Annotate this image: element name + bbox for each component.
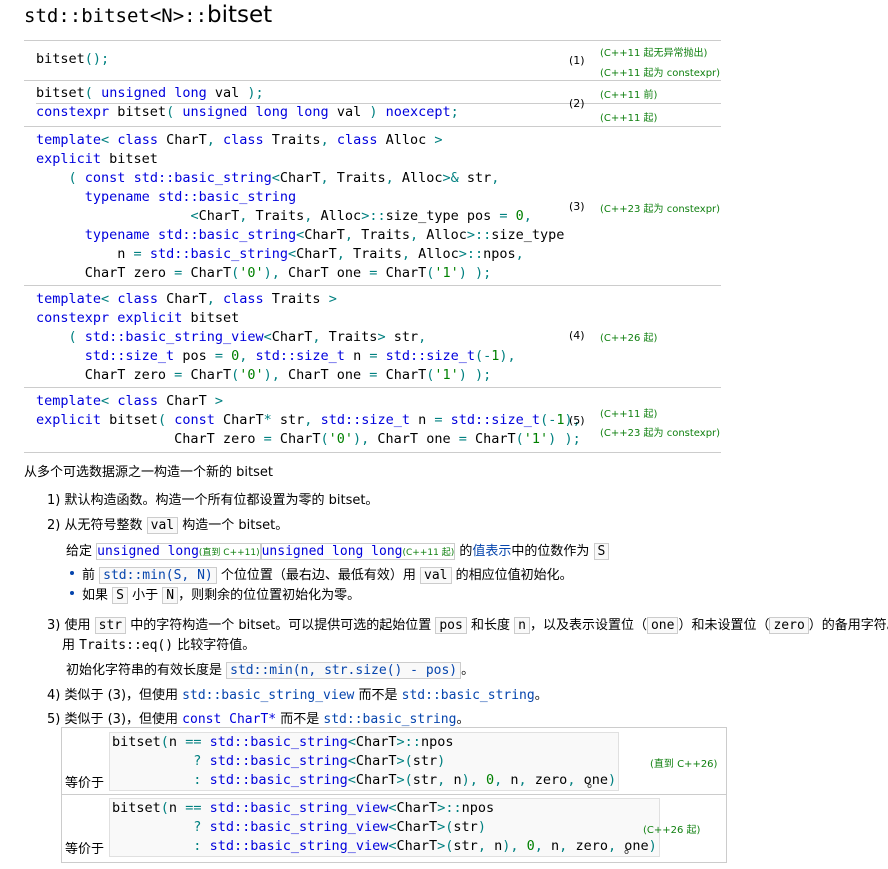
overload-num: (2)	[569, 97, 585, 110]
since-badge: (C++11 起)	[402, 548, 455, 558]
overload-num: (1)	[569, 54, 585, 67]
item-3-text: 3) 使用 str 中的字符构造一个 bitset。可以提供可选的起始位置 po…	[47, 617, 888, 634]
item-2-text: 2) 从无符号整数 val 构造一个 bitset。	[47, 517, 289, 534]
overload-version: (C++23 起为 constexpr)	[600, 204, 721, 215]
code-unsigned-long-long: unsigned long long	[261, 544, 403, 559]
basic-string-view-link[interactable]: std::basic_string_view	[182, 688, 354, 703]
overload-row-2: bitset( unsigned long val ); constexpr b…	[24, 81, 721, 127]
equiv-2-version: (C++26 起)	[643, 825, 701, 836]
item-4-text: 4) 类似于 (3)，但使用 std::basic_string_view 而不…	[47, 688, 548, 703]
code-val: val	[420, 567, 452, 584]
code-effective-length: std::min(n, str.size() - pos)	[226, 662, 462, 679]
item-1-text: 1) 默认构造函数。构造一个所有位都设置为零的 bitset。	[47, 493, 379, 508]
equivalence-table: bitset(n == std::basic_string<CharT>::np…	[61, 727, 727, 863]
overload-num: (5)	[569, 414, 585, 427]
equiv-2-label: 等价于	[65, 842, 105, 857]
overload-1-signature: bitset();	[36, 51, 110, 67]
item-5-text: 5) 类似于 (3)，但使用 const CharT* 而不是 std::bas…	[47, 712, 470, 727]
overload-table: bitset(); (1) (C++11 起无异常抛出) (C++11 起为 c…	[24, 40, 721, 453]
code-n: n	[514, 617, 530, 634]
value-representation-link[interactable]: 值表示	[472, 544, 511, 559]
code-S: S	[593, 543, 610, 560]
item-2-given-text: 给定 unsigned long(直到 C++11) unsigned long …	[66, 540, 610, 560]
code-unsigned-long: unsigned long	[97, 544, 199, 559]
code-S: S	[112, 587, 128, 604]
overload-row-5: template< class CharT > explicit bitset(…	[24, 388, 721, 453]
bullet-1-text: 前 std::min(S, N) 个位位置（最右边、最低有效）用 val 的相应…	[82, 567, 573, 584]
until-badge: (直到 C++11)	[198, 548, 260, 558]
basic-string-link[interactable]: std::basic_string	[402, 688, 535, 703]
overload-version: (C++11 起)	[600, 409, 658, 420]
overload-version: (C++11 前)	[600, 90, 658, 101]
equiv-2-code: bitset(n == std::basic_string_view<CharT…	[109, 798, 660, 857]
title-prefix: std::bitset<N>::	[24, 5, 208, 27]
equiv-1-version: (直到 C++26)	[650, 759, 718, 770]
equiv-1-period: 。	[587, 776, 601, 791]
code-str: str	[94, 617, 127, 634]
overload-3-signature: template< class CharT, class Traits, cla…	[36, 132, 565, 281]
code-zero: zero	[769, 617, 809, 634]
intro-text: 从多个可选数据源之一构造一个新的 bitset	[24, 465, 273, 480]
code-N: N	[162, 587, 179, 604]
overload-row-3: template< class CharT, class Traits, cla…	[24, 127, 721, 286]
code-const-chart-ptr: const CharT*	[182, 712, 277, 727]
code-pos: pos	[435, 617, 467, 634]
overload-5-signature: template< class CharT > explicit bitset(…	[36, 393, 581, 447]
code-val: val	[146, 517, 179, 534]
overload-version: (C++11 起)	[600, 113, 658, 124]
code-traits-eq: Traits::eq()	[79, 638, 174, 653]
equiv-1-label: 等价于	[65, 776, 105, 791]
bullet-2-text: 如果 S 小于 N ，则剩余的位位置初始化为零。	[82, 587, 361, 604]
overload-version: (C++26 起)	[600, 333, 658, 344]
overload-version: (C++23 起为 constexpr)	[600, 428, 721, 439]
overload-num: (3)	[569, 200, 585, 213]
bullet-icon	[70, 591, 74, 595]
title-name: bitset	[207, 2, 273, 28]
equiv-2-period: 。	[624, 842, 638, 857]
std-min-link[interactable]: std::min(S, N)	[99, 567, 217, 584]
equiv-1-code: bitset(n == std::basic_string<CharT>::np…	[109, 732, 620, 791]
overload-4-signature: template< class CharT, class Traits > co…	[36, 291, 516, 383]
row-divider	[36, 103, 721, 104]
equiv-divider	[62, 794, 726, 795]
overload-num: (4)	[569, 329, 585, 342]
overload-row-1: bitset(); (1) (C++11 起无异常抛出) (C++11 起为 c…	[24, 41, 721, 81]
code-one: one	[646, 617, 679, 634]
item-3-text-cont: 用 Traits::eq() 比较字符值。	[62, 638, 256, 653]
overload-row-4: template< class CharT, class Traits > co…	[24, 286, 721, 388]
page-title: std::bitset<N>::bitset	[24, 2, 272, 28]
overload-version: (C++11 起无异常抛出)	[600, 48, 708, 59]
item-3-length-text: 初始化字符串的有效长度是 std::min(n, str.size() - po…	[66, 662, 475, 679]
basic-string-link[interactable]: std::basic_string	[323, 712, 456, 727]
bullet-icon	[70, 571, 74, 575]
overload-version: (C++11 起为 constexpr)	[600, 68, 721, 79]
